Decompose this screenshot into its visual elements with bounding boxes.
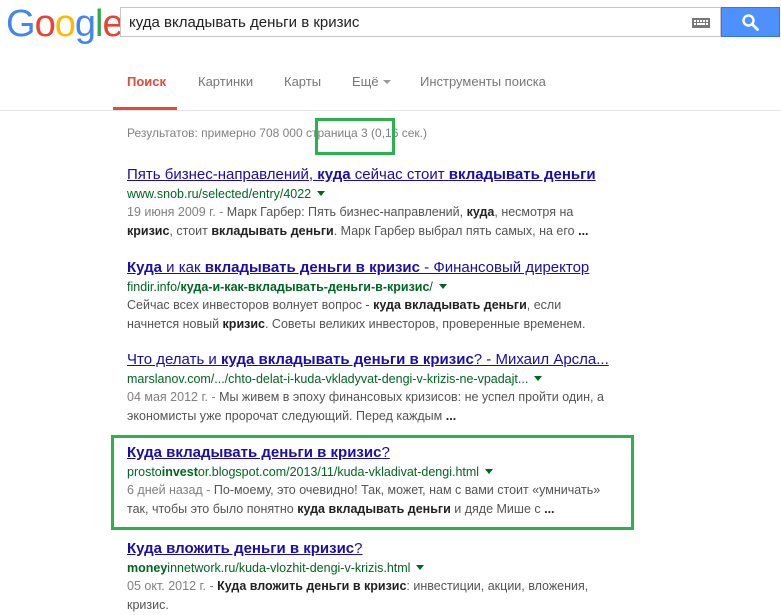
tab-more-label: Ещё <box>352 74 379 89</box>
text-segment: кризис <box>222 317 265 331</box>
result-url: www.snob.ru/selected/entry/4022 <box>127 185 627 203</box>
text-segment: Марк Гарбер: Пять бизнес-направлений, <box>226 205 467 219</box>
active-tab-underline <box>113 107 177 110</box>
highlight-box-result <box>111 435 634 530</box>
result-date: 19 июня 2009 г. - <box>127 205 227 219</box>
logo-letter: o <box>54 3 76 45</box>
text-segment: money <box>127 561 168 575</box>
url-dropdown-icon[interactable] <box>416 565 425 570</box>
google-logo[interactable]: Google <box>6 2 124 46</box>
result-date: 05 окт. 2012 г. - <box>127 579 218 593</box>
text-segment: и как <box>162 259 205 276</box>
result-snippet: 04 мая 2012 г. - Мы живем в эпоху финанс… <box>127 388 627 426</box>
result-date: 04 мая 2012 г. - <box>127 390 220 404</box>
tab-search[interactable]: Поиск <box>127 74 166 89</box>
snippet-line: экономисты уже пророчат следующий. Перед… <box>127 407 627 426</box>
result-snippet: Сейчас всех инвесторов волнует вопрос - … <box>127 296 627 334</box>
tab-images[interactable]: Картинки <box>198 74 253 89</box>
text-segment: ... <box>578 224 589 238</box>
text-segment: www.snob.ru/selected/entry/4022 <box>127 187 312 201</box>
result-1: Пять бизнес-направлений, куда сейчас сто… <box>127 165 627 241</box>
text-segment: . Советы великих инвесторов, проверенные… <box>264 317 586 331</box>
text-segment: / <box>429 280 433 294</box>
text-segment: innetwork.ru/kuda-vlozhit-dengi-v-krizis… <box>167 561 411 575</box>
text-segment: : инвестиции, акции, вложения, <box>406 579 589 593</box>
text-segment: куда вкладывать деньги <box>373 298 527 312</box>
snippet-line: начнется новый кризис. Советы великих ин… <box>127 315 627 334</box>
tab-search-tools[interactable]: Инструменты поиска <box>420 74 546 89</box>
logo-letter: g <box>74 3 96 45</box>
result-snippet: 05 окт. 2012 г. - Куда вложить деньги в … <box>127 577 627 615</box>
text-segment: - Финансовый директор <box>419 259 590 276</box>
url-dropdown-icon[interactable] <box>534 376 543 381</box>
text-segment: куда <box>317 166 351 183</box>
text-segment: кризис. <box>127 598 169 612</box>
search-input[interactable]: куда вкладывать деньги в кризис <box>120 7 721 37</box>
result-title[interactable]: Куда вложить деньги в кризис? <box>127 539 627 559</box>
text-segment: вкладывать деньги <box>448 166 596 183</box>
url-dropdown-icon[interactable] <box>438 284 447 289</box>
text-segment: сейчас стоит <box>350 166 449 183</box>
text-segment: findir.info/ <box>127 280 181 294</box>
snippet-line: 05 окт. 2012 г. - Куда вложить деньги в … <box>127 577 627 596</box>
url-dropdown-icon[interactable] <box>317 191 326 196</box>
text-segment: , стоит <box>169 224 212 238</box>
text-segment: экономисты уже пророчат следующий. Перед… <box>127 409 446 423</box>
text-segment: Пять бизнес-направлений, <box>127 166 318 183</box>
search-button[interactable] <box>721 7 780 37</box>
text-segment: ? <box>354 540 363 557</box>
text-segment: начнется новый <box>127 317 223 331</box>
snippet-line: Сейчас всех инвесторов волнует вопрос - … <box>127 296 627 315</box>
logo-letter: l <box>94 3 104 45</box>
result-url: findir.info/куда-и-как-вкладывать-деньги… <box>127 278 627 296</box>
text-segment: Куда вложить деньги в кризис <box>127 540 355 557</box>
header: Google куда вкладывать деньги в кризис <box>0 0 781 51</box>
result-stats-prefix: Результатов: примерно 708 000 <box>127 126 306 140</box>
chevron-down-icon <box>382 80 391 84</box>
text-segment: ... <box>445 409 457 423</box>
text-segment: ? - Михаил Арсла... <box>473 351 609 368</box>
search-query-text[interactable]: куда вкладывать деньги в кризис <box>129 14 359 31</box>
snippet-line: кризис, стоит вкладывать деньги. Марк Га… <box>127 222 627 241</box>
result-url: marslanov.com/.../chto-delat-i-kuda-vkla… <box>127 370 627 388</box>
text-segment: кризис <box>127 224 170 238</box>
search-nav: Поиск Картинки Карты Ещё Инструменты пои… <box>0 57 781 111</box>
result-3: Что делать и куда вкладывать деньги в кр… <box>127 350 627 426</box>
logo-letter: G <box>6 3 36 45</box>
text-segment: куда-и-как-вкладывать-деньги-в-кризис <box>180 280 430 294</box>
snippet-line: 04 мая 2012 г. - Мы живем в эпоху финанс… <box>127 388 627 407</box>
result-snippet: 19 июня 2009 г. - Марк Гарбер: Пять бизн… <box>127 203 627 241</box>
text-segment: Мы живем в эпоху финансовых кризисов: не… <box>219 390 604 404</box>
result-url: moneyinnetwork.ru/kuda-vlozhit-dengi-v-k… <box>127 559 627 577</box>
highlight-box-page <box>315 118 395 155</box>
result-2: Куда и как вкладывать деньги в кризис - … <box>127 258 627 334</box>
text-segment: Куда вложить деньги в кризис <box>217 579 407 593</box>
result-title[interactable]: Что делать и куда вкладывать деньги в кр… <box>127 350 627 370</box>
tab-more[interactable]: Ещё <box>352 74 391 89</box>
text-segment: куда <box>466 205 495 219</box>
text-segment: marslanov.com/.../chto-delat-i-kuda-vkla… <box>127 372 529 386</box>
logo-letter: o <box>34 3 56 45</box>
text-segment: куда вкладывать деньги в кризис <box>220 351 474 368</box>
tab-maps[interactable]: Карты <box>284 74 321 89</box>
text-segment: , несмотря на <box>494 205 574 219</box>
result-5: Куда вложить деньги в кризис? moneyinnet… <box>127 539 627 615</box>
text-segment: . Марк Гарбер выбрал пять самых, на его <box>333 224 579 238</box>
result-title[interactable]: Куда и как вкладывать деньги в кризис - … <box>127 258 627 278</box>
search-icon <box>742 14 759 31</box>
result-title[interactable]: Пять бизнес-направлений, куда сейчас сто… <box>127 165 627 185</box>
text-segment: Сейчас всех инвесторов волнует вопрос - <box>127 298 374 312</box>
text-segment: , если <box>526 298 562 312</box>
text-segment: вкладывать деньги в кризис <box>204 259 420 276</box>
snippet-line: 19 июня 2009 г. - Марк Гарбер: Пять бизн… <box>127 203 627 222</box>
text-segment: Что делать и <box>127 351 221 368</box>
keyboard-icon[interactable] <box>692 18 710 28</box>
text-segment: Куда <box>127 259 162 276</box>
snippet-line: кризис. <box>127 596 627 615</box>
text-segment: вкладывать деньги <box>211 224 334 238</box>
